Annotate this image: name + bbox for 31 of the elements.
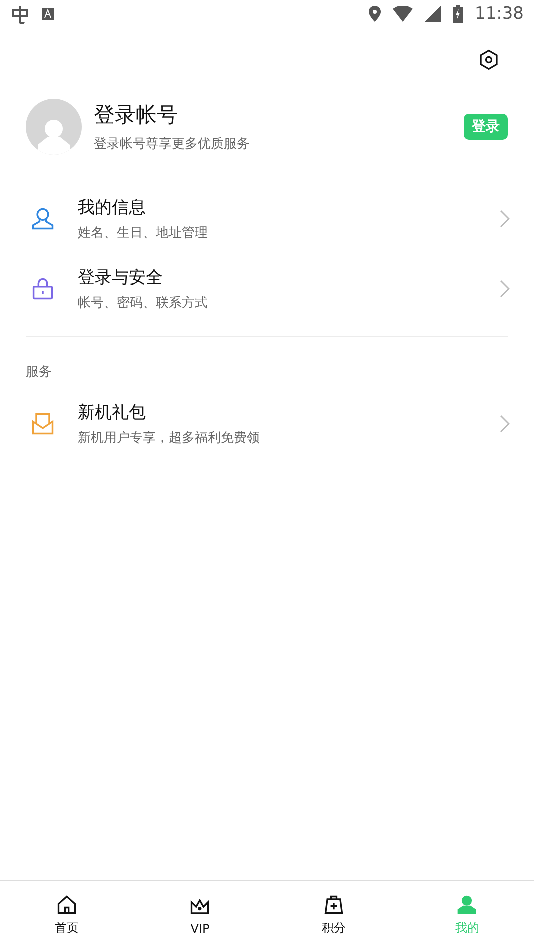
- nav-tab[interactable]: VIP: [134, 881, 267, 950]
- nav-tab[interactable]: 首页: [0, 881, 134, 950]
- chevron-right-icon: [500, 210, 510, 228]
- signal-icon: [425, 6, 441, 22]
- settings-icon[interactable]: [478, 49, 500, 71]
- item-title: 我的信息: [78, 197, 147, 219]
- text-icon: [42, 8, 54, 20]
- chevron-right-icon: [500, 415, 510, 433]
- location-icon: [369, 6, 381, 22]
- status-time: 11:38: [475, 4, 524, 24]
- item-subtitle: 姓名、生日、地址管理: [78, 225, 209, 242]
- home-icon: [56, 894, 78, 916]
- nav-tab[interactable]: 积分: [267, 881, 400, 950]
- item-title: 登录与安全: [78, 267, 164, 289]
- person-icon: [30, 206, 56, 232]
- chevron-right-icon: [500, 280, 510, 298]
- lock-icon: [30, 276, 56, 302]
- menu-item[interactable]: 新机礼包 新机用户专享，超多福利免费领: [0, 389, 534, 459]
- item-title: 新机礼包: [78, 402, 147, 424]
- user-icon: [456, 894, 478, 916]
- envelope-icon: [30, 411, 56, 437]
- menu-item[interactable]: 登录与安全 帐号、密码、联系方式: [0, 254, 534, 324]
- section-heading: 服务: [25, 364, 53, 382]
- account-subtitle: 登录帐号尊享更多优质服务: [94, 136, 251, 153]
- item-subtitle: 帐号、密码、联系方式: [78, 295, 209, 312]
- account-name: 登录帐号: [94, 102, 179, 129]
- item-subtitle: 新机用户专享，超多福利免费领: [78, 430, 261, 447]
- menu-item[interactable]: 我的信息 姓名、生日、地址管理: [0, 184, 534, 254]
- bag-icon: [322, 894, 345, 916]
- wifi-icon: [393, 6, 413, 22]
- battery-icon: [453, 5, 463, 23]
